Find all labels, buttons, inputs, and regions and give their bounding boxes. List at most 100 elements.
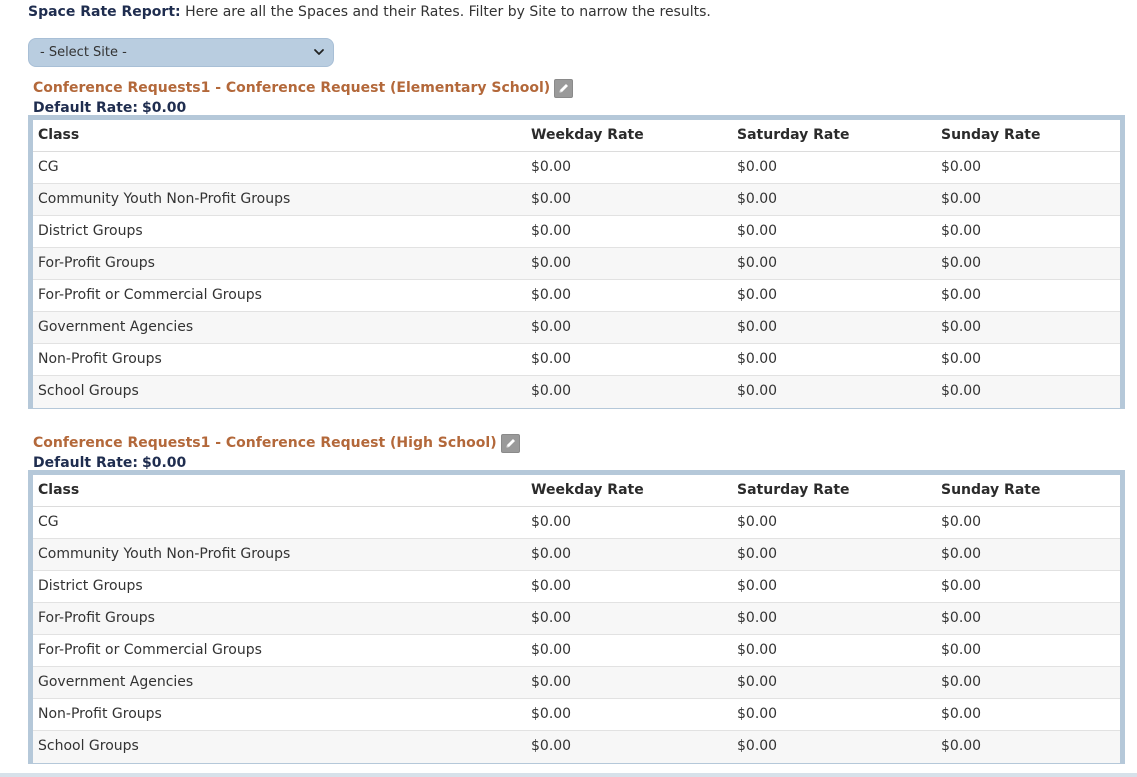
page-bottom-divider	[0, 773, 1137, 777]
weekday-rate-cell: $0.00	[531, 383, 572, 399]
table-row: For-Profit or Commercial Groups $0.00 $0…	[33, 280, 1120, 312]
saturday-rate-cell: $0.00	[737, 319, 778, 335]
class-cell: Government Agencies	[38, 319, 194, 335]
sunday-rate-cell: $0.00	[941, 255, 982, 271]
table-row: District Groups $0.00 $0.00 $0.00	[33, 216, 1120, 248]
sunday-rate-cell: $0.00	[941, 287, 982, 303]
sunday-rate-cell: $0.00	[941, 191, 982, 207]
pencil-icon	[506, 438, 515, 447]
column-header-class: Class	[38, 482, 80, 498]
saturday-rate-cell: $0.00	[737, 351, 778, 367]
class-cell: For-Profit Groups	[38, 255, 155, 271]
column-header-weekday: Weekday Rate	[531, 127, 644, 143]
weekday-rate-cell: $0.00	[531, 351, 572, 367]
sunday-rate-cell: $0.00	[941, 223, 982, 239]
rate-table: Class Weekday Rate Saturday Rate Sunday …	[28, 115, 1125, 409]
space-title-link[interactable]: Conference Requests1 - Conference Reques…	[33, 433, 520, 453]
saturday-rate-cell: $0.00	[737, 706, 778, 722]
class-cell: CG	[38, 159, 59, 175]
class-cell: For-Profit Groups	[38, 610, 155, 626]
saturday-rate-cell: $0.00	[737, 287, 778, 303]
sunday-rate-cell: $0.00	[941, 514, 982, 530]
weekday-rate-cell: $0.00	[531, 546, 572, 562]
saturday-rate-cell: $0.00	[737, 546, 778, 562]
class-cell: District Groups	[38, 578, 143, 594]
table-row: CG $0.00 $0.00 $0.00	[33, 507, 1120, 539]
edit-space-button[interactable]	[554, 78, 574, 98]
table-row: Community Youth Non-Profit Groups $0.00 …	[33, 184, 1120, 216]
sunday-rate-cell: $0.00	[941, 546, 982, 562]
sunday-rate-cell: $0.00	[941, 578, 982, 594]
weekday-rate-cell: $0.00	[531, 191, 572, 207]
table-row: Government Agencies $0.00 $0.00 $0.00	[33, 312, 1120, 344]
saturday-rate-cell: $0.00	[737, 159, 778, 175]
saturday-rate-cell: $0.00	[737, 191, 778, 207]
saturday-rate-cell: $0.00	[737, 610, 778, 626]
site-select-dropdown[interactable]: - Select Site -	[28, 38, 334, 67]
class-cell: For-Profit or Commercial Groups	[38, 642, 262, 658]
class-cell: Non-Profit Groups	[38, 351, 162, 367]
table-row: For-Profit Groups $0.00 $0.00 $0.00	[33, 603, 1120, 635]
weekday-rate-cell: $0.00	[531, 255, 572, 271]
edit-space-button[interactable]	[500, 433, 520, 453]
weekday-rate-cell: $0.00	[531, 706, 572, 722]
class-cell: District Groups	[38, 223, 143, 239]
table-row: CG $0.00 $0.00 $0.00	[33, 152, 1120, 184]
sunday-rate-cell: $0.00	[941, 319, 982, 335]
sunday-rate-cell: $0.00	[941, 674, 982, 690]
table-row: Community Youth Non-Profit Groups $0.00 …	[33, 539, 1120, 571]
space-block: Conference Requests1 - Conference Reques…	[28, 78, 1125, 420]
saturday-rate-cell: $0.00	[737, 383, 778, 399]
table-row: For-Profit or Commercial Groups $0.00 $0…	[33, 635, 1120, 667]
weekday-rate-cell: $0.00	[531, 674, 572, 690]
sunday-rate-cell: $0.00	[941, 159, 982, 175]
column-header-saturday: Saturday Rate	[737, 482, 850, 498]
class-cell: School Groups	[38, 738, 139, 754]
saturday-rate-cell: $0.00	[737, 642, 778, 658]
space-block: Conference Requests1 - Conference Reques…	[28, 433, 1125, 775]
default-rate-label: Default Rate:	[33, 100, 138, 116]
report-title: Space Rate Report:	[28, 4, 181, 20]
class-cell: CG	[38, 514, 59, 530]
table-header-row: Class Weekday Rate Saturday Rate Sunday …	[33, 475, 1120, 507]
column-header-saturday: Saturday Rate	[737, 127, 850, 143]
sunday-rate-cell: $0.00	[941, 383, 982, 399]
space-title-text: Conference Requests1 - Conference Reques…	[33, 80, 551, 96]
default-rate-value: $0.00	[142, 100, 187, 116]
chevron-down-icon	[313, 39, 325, 66]
saturday-rate-cell: $0.00	[737, 514, 778, 530]
weekday-rate-cell: $0.00	[531, 159, 572, 175]
default-rate-label: Default Rate:	[33, 455, 138, 471]
saturday-rate-cell: $0.00	[737, 674, 778, 690]
sunday-rate-cell: $0.00	[941, 610, 982, 626]
weekday-rate-cell: $0.00	[531, 610, 572, 626]
class-cell: Community Youth Non-Profit Groups	[38, 546, 291, 562]
table-row: For-Profit Groups $0.00 $0.00 $0.00	[33, 248, 1120, 280]
weekday-rate-cell: $0.00	[531, 319, 572, 335]
class-cell: School Groups	[38, 383, 139, 399]
class-cell: Government Agencies	[38, 674, 194, 690]
column-header-class: Class	[38, 127, 80, 143]
space-title-text: Conference Requests1 - Conference Reques…	[33, 435, 497, 451]
pencil-icon	[559, 83, 569, 92]
weekday-rate-cell: $0.00	[531, 578, 572, 594]
rate-table: Class Weekday Rate Saturday Rate Sunday …	[28, 470, 1125, 764]
default-rate-value: $0.00	[142, 455, 187, 471]
weekday-rate-cell: $0.00	[531, 223, 572, 239]
report-header: Space Rate Report: Here are all the Spac…	[28, 3, 711, 21]
column-header-sunday: Sunday Rate	[941, 127, 1041, 143]
report-description: Here are all the Spaces and their Rates.…	[185, 4, 711, 20]
class-cell: Non-Profit Groups	[38, 706, 162, 722]
column-header-sunday: Sunday Rate	[941, 482, 1041, 498]
weekday-rate-cell: $0.00	[531, 287, 572, 303]
table-row: District Groups $0.00 $0.00 $0.00	[33, 571, 1120, 603]
table-row: School Groups $0.00 $0.00 $0.00	[33, 731, 1120, 763]
table-row: Government Agencies $0.00 $0.00 $0.00	[33, 667, 1120, 699]
table-header-row: Class Weekday Rate Saturday Rate Sunday …	[33, 120, 1120, 152]
space-title-link[interactable]: Conference Requests1 - Conference Reques…	[33, 78, 574, 98]
saturday-rate-cell: $0.00	[737, 578, 778, 594]
sunday-rate-cell: $0.00	[941, 738, 982, 754]
saturday-rate-cell: $0.00	[737, 738, 778, 754]
sunday-rate-cell: $0.00	[941, 351, 982, 367]
saturday-rate-cell: $0.00	[737, 255, 778, 271]
